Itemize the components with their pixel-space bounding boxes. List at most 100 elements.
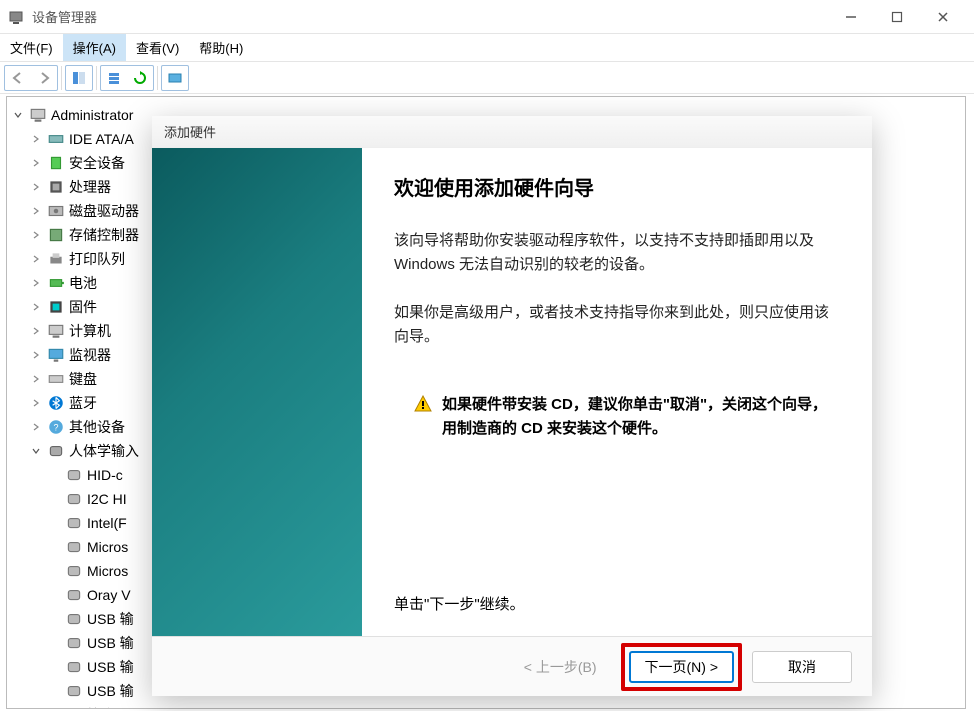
- window-controls: [828, 2, 966, 32]
- wizard-paragraph-1: 该向导将帮助你安装驱动程序软件，以支持不支持即插即用以及 Windows 无法自…: [394, 229, 840, 277]
- other-icon: ?: [47, 418, 65, 436]
- toolbar: [0, 62, 974, 94]
- tree-node-label: 电池: [69, 273, 97, 293]
- tree-node-label: USB 输: [87, 657, 134, 677]
- chevron-icon[interactable]: [29, 204, 43, 218]
- device-icon: [65, 706, 83, 709]
- ide-icon: [47, 130, 65, 148]
- tree-node-label: 计算机: [69, 321, 111, 341]
- wizard-continue-text: 单击"下一步"继续。: [394, 593, 840, 614]
- device-icon: [65, 514, 83, 532]
- chevron-icon[interactable]: [29, 396, 43, 410]
- menu-file[interactable]: 文件(F): [0, 34, 63, 61]
- tree-node-label: 蓝牙: [69, 393, 97, 413]
- tree-root-label: Administrator: [51, 107, 133, 123]
- keyboard-icon: [47, 370, 65, 388]
- menu-view[interactable]: 查看(V): [126, 34, 189, 61]
- forward-button: [31, 66, 57, 90]
- window-title: 设备管理器: [32, 7, 828, 26]
- next-button-highlight: 下一页(N) >: [621, 643, 743, 691]
- device-icon: [65, 610, 83, 628]
- chevron-icon[interactable]: [29, 252, 43, 266]
- wizard-warning: 如果硬件带安装 CD，建议你单击"取消"，关闭这个向导，用制造商的 CD 来安装…: [414, 393, 840, 441]
- tree-node-label: 安全设备: [69, 153, 125, 173]
- tree-node[interactable]: 符合 H: [11, 703, 961, 709]
- tree-node-label: 固件: [69, 297, 97, 317]
- svg-text:?: ?: [53, 422, 58, 432]
- tree-node-label: 键盘: [69, 369, 97, 389]
- chevron-icon[interactable]: [29, 156, 43, 170]
- menu-help[interactable]: 帮助(H): [189, 34, 253, 61]
- chevron-icon[interactable]: [29, 300, 43, 314]
- tree-node-label: IDE ATA/A: [69, 131, 134, 147]
- device-icon: [65, 562, 83, 580]
- printer-icon: [47, 250, 65, 268]
- wizard-content: 欢迎使用添加硬件向导 该向导将帮助你安装驱动程序软件，以支持不支持即插即用以及 …: [362, 148, 872, 636]
- chevron-icon[interactable]: [29, 420, 43, 434]
- chevron-icon[interactable]: [29, 348, 43, 362]
- menubar: 文件(F) 操作(A) 查看(V) 帮助(H): [0, 34, 974, 62]
- tree-node-label: Intel(F: [87, 515, 127, 531]
- warning-icon: [414, 395, 432, 413]
- cpu-icon: [47, 178, 65, 196]
- bluetooth-icon: [47, 394, 65, 412]
- chevron-icon[interactable]: [29, 444, 43, 458]
- wizard-header: 添加硬件: [152, 116, 872, 148]
- tree-node-label: Oray V: [87, 587, 131, 603]
- tree-node-label: 监视器: [69, 345, 111, 365]
- titlebar: 设备管理器: [0, 0, 974, 34]
- tree-node-label: HID-c: [87, 467, 123, 483]
- properties-button[interactable]: [101, 66, 127, 90]
- tree-node-label: I2C HI: [87, 491, 127, 507]
- device-icon: [65, 586, 83, 604]
- tree-node-label: Micros: [87, 563, 128, 579]
- chevron-icon[interactable]: [29, 180, 43, 194]
- wizard-sidebar-image: [152, 148, 362, 636]
- maximize-button[interactable]: [874, 2, 920, 32]
- show-hide-button[interactable]: [66, 66, 92, 90]
- hid-icon: [47, 442, 65, 460]
- wizard-body: 欢迎使用添加硬件向导 该向导将帮助你安装驱动程序软件，以支持不支持即插即用以及 …: [152, 148, 872, 636]
- device-icon: [65, 538, 83, 556]
- chevron-down-icon[interactable]: [11, 108, 25, 122]
- firmware-icon: [47, 298, 65, 316]
- menu-action[interactable]: 操作(A): [63, 34, 126, 61]
- refresh-button[interactable]: [127, 66, 153, 90]
- back-button: < 上一步(B): [510, 651, 611, 683]
- battery-icon: [47, 274, 65, 292]
- close-button[interactable]: [920, 2, 966, 32]
- storage-icon: [47, 226, 65, 244]
- update-driver-button[interactable]: [162, 66, 188, 90]
- computer-icon: [47, 322, 65, 340]
- back-button: [5, 66, 31, 90]
- chevron-icon[interactable]: [29, 228, 43, 242]
- device-icon: [65, 658, 83, 676]
- tree-node-label: 其他设备: [69, 417, 125, 437]
- disk-icon: [47, 202, 65, 220]
- tree-node-label: 打印队列: [69, 249, 125, 269]
- security-icon: [47, 154, 65, 172]
- chevron-icon[interactable]: [29, 372, 43, 386]
- chevron-icon[interactable]: [29, 276, 43, 290]
- device-icon: [65, 490, 83, 508]
- device-icon: [65, 682, 83, 700]
- computer-icon: [29, 106, 47, 124]
- cancel-button[interactable]: 取消: [752, 651, 852, 683]
- wizard-footer: < 上一步(B) 下一页(N) > 取消: [152, 636, 872, 696]
- chevron-icon[interactable]: [29, 324, 43, 338]
- wizard-paragraph-2: 如果你是高级用户，或者技术支持指导你来到此处，则只应使用该向导。: [394, 301, 840, 349]
- tree-node-label: 磁盘驱动器: [69, 201, 139, 221]
- tree-node-label: USB 输: [87, 633, 134, 653]
- add-hardware-wizard: 添加硬件 欢迎使用添加硬件向导 该向导将帮助你安装驱动程序软件，以支持不支持即插…: [152, 116, 872, 696]
- tree-node-label: USB 输: [87, 681, 134, 701]
- app-icon: [8, 9, 24, 25]
- wizard-title: 欢迎使用添加硬件向导: [394, 172, 840, 201]
- minimize-button[interactable]: [828, 2, 874, 32]
- wizard-warning-text: 如果硬件带安装 CD，建议你单击"取消"，关闭这个向导，用制造商的 CD 来安装…: [442, 393, 840, 441]
- device-icon: [65, 634, 83, 652]
- tree-node-label: 存储控制器: [69, 225, 139, 245]
- next-button[interactable]: 下一页(N) >: [629, 651, 735, 683]
- tree-node-label: 符合 H: [87, 705, 129, 709]
- tree-node-label: 人体学输入: [69, 441, 139, 461]
- chevron-icon[interactable]: [29, 132, 43, 146]
